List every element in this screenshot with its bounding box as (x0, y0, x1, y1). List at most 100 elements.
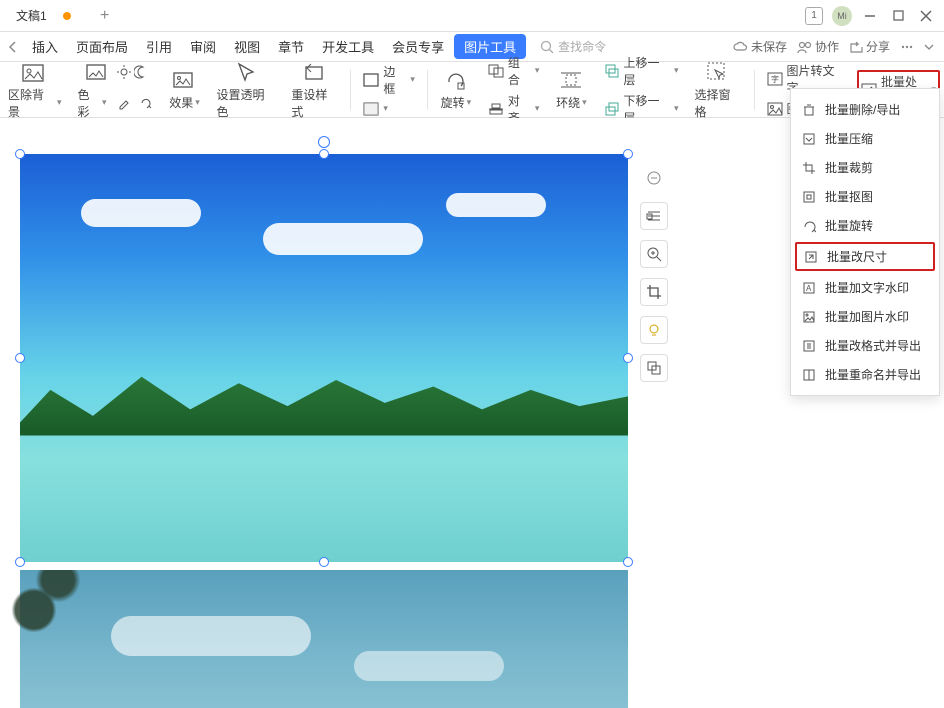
people-icon (797, 40, 813, 54)
user-avatar[interactable]: Mi (828, 2, 856, 30)
batch-item-textwm[interactable]: A批量加文字水印 (791, 273, 939, 302)
svg-text:字: 字 (771, 74, 779, 84)
menubar: 插入 页面布局 引用 审阅 视图 章节 开发工具 会员专享 图片工具 查找命令 … (0, 32, 944, 62)
more-action[interactable] (900, 40, 914, 54)
badge-number: 1 (805, 7, 823, 25)
menu-reference[interactable]: 引用 (138, 33, 180, 60)
tool-border[interactable]: 边框▾ (363, 63, 415, 97)
command-search[interactable]: 查找命令 (540, 38, 606, 55)
border-icon (363, 72, 379, 88)
transparent-icon (230, 60, 262, 84)
handle-ml[interactable] (15, 353, 25, 363)
search-placeholder: 查找命令 (558, 38, 606, 55)
shading-icon (363, 101, 379, 117)
pic-icon (767, 101, 783, 117)
batch-item-rename[interactable]: 批量重命名并导出 (791, 360, 939, 389)
tool-effect[interactable]: 效果▾ (165, 68, 205, 111)
batch-item-format[interactable]: 批量改格式并导出 (791, 331, 939, 360)
menu-member[interactable]: 会员专享 (384, 33, 452, 60)
handle-mr[interactable] (623, 353, 633, 363)
cutout-icon (801, 189, 817, 205)
maximize-button[interactable] (884, 2, 912, 30)
document-tab[interactable]: 文稿1 (4, 2, 83, 30)
floating-tools (640, 164, 668, 382)
unsaved-action[interactable]: 未保存 (733, 38, 787, 55)
share-action[interactable]: 分享 (849, 38, 890, 55)
tool-remove-bg[interactable]: 区除背景▾ (4, 60, 65, 120)
crop-icon (801, 160, 817, 176)
color-icon (82, 60, 114, 84)
menu-chevron-left-icon[interactable] (4, 41, 22, 53)
menu-review[interactable]: 审阅 (182, 33, 224, 60)
up-layer-icon (603, 63, 619, 79)
select-pane-icon (702, 60, 734, 84)
collab-action[interactable]: 协作 (797, 38, 839, 55)
idea-button[interactable] (640, 316, 668, 344)
minimize-button[interactable] (856, 2, 884, 30)
tab-title: 文稿1 (16, 7, 47, 24)
close-button[interactable] (912, 2, 940, 30)
convert-button[interactable] (640, 354, 668, 382)
delete-icon (801, 102, 817, 118)
rotate-handle[interactable] (318, 136, 330, 148)
titlebar: 文稿1 + 1 Mi (0, 0, 944, 32)
menu-view[interactable]: 视图 (226, 33, 268, 60)
cloud-icon (733, 40, 749, 54)
compress-icon (801, 131, 817, 147)
effect-icon (169, 68, 201, 92)
tool-combine[interactable]: 组合▾ (488, 54, 540, 88)
menu-insert[interactable]: 插入 (24, 33, 66, 60)
dropper-icon (117, 96, 131, 110)
menu-dev[interactable]: 开发工具 (314, 33, 382, 60)
svg-text:A: A (806, 284, 812, 293)
batch-item-rotate[interactable]: 批量旋转 (791, 211, 939, 240)
batch-item-delete[interactable]: 批量删除/导出 (791, 95, 939, 124)
textwm-icon: A (801, 280, 817, 296)
format-icon (801, 338, 817, 354)
ocr-icon: 字 (767, 71, 783, 87)
zoom-in-button[interactable] (640, 240, 668, 268)
batch-item-resize[interactable]: 批量改尺寸 (795, 242, 935, 271)
layout-button[interactable] (640, 202, 668, 230)
refresh-icon (139, 96, 153, 110)
tool-transparent[interactable]: 设置透明色 (213, 60, 280, 120)
toolbar: 区除背景▾ 色彩▾ 效果▾ 设置透明色 重设样式 边框▾ ▾ 旋转▾ 组合▾ 对… (0, 62, 944, 118)
handle-tc[interactable] (319, 149, 329, 159)
tool-select-pane[interactable]: 选择窗格 (690, 60, 745, 120)
handle-bl[interactable] (15, 557, 25, 567)
menu-layout[interactable]: 页面布局 (68, 33, 136, 60)
menu-section[interactable]: 章节 (270, 33, 312, 60)
unsaved-dot-icon (63, 12, 71, 20)
second-image[interactable] (20, 570, 628, 708)
batch-item-compress[interactable]: 批量压缩 (791, 124, 939, 153)
handle-tr[interactable] (623, 149, 633, 159)
combine-icon (488, 63, 504, 79)
tool-shading[interactable]: ▾ (363, 101, 415, 117)
batch-item-imgwm[interactable]: 批量加图片水印 (791, 302, 939, 331)
batch-item-cutout[interactable]: 批量抠图 (791, 182, 939, 211)
selected-image[interactable] (20, 154, 628, 562)
doc-badge[interactable]: 1 (800, 2, 828, 30)
zoom-out-button[interactable] (640, 164, 668, 192)
tool-wrap[interactable]: 环绕▾ (551, 68, 591, 111)
batch-item-crop[interactable]: 批量裁剪 (791, 153, 939, 182)
rotate-icon (801, 218, 817, 234)
search-icon (540, 40, 554, 54)
handle-tl[interactable] (15, 149, 25, 159)
imgwm-icon (801, 309, 817, 325)
handle-bc[interactable] (319, 557, 329, 567)
chevron-down-action[interactable] (924, 42, 934, 52)
handle-br[interactable] (623, 557, 633, 567)
reset-icon (299, 60, 331, 84)
right-actions: 未保存 协作 分享 (733, 38, 940, 55)
remove-bg-icon (19, 60, 51, 84)
add-tab-button[interactable]: + (91, 2, 119, 30)
share-icon (849, 40, 864, 54)
tool-rotate[interactable]: 旋转▾ (436, 68, 476, 111)
tool-up-layer[interactable]: 上移一层▾ (603, 54, 678, 88)
tool-color[interactable]: 色彩▾ (73, 60, 156, 120)
crop-button[interactable] (640, 278, 668, 306)
tool-reset[interactable]: 重设样式 (287, 60, 342, 120)
rename-icon (801, 367, 817, 383)
batch-dropdown: 批量删除/导出批量压缩批量裁剪批量抠图批量旋转批量改尺寸A批量加文字水印批量加图… (790, 88, 940, 396)
